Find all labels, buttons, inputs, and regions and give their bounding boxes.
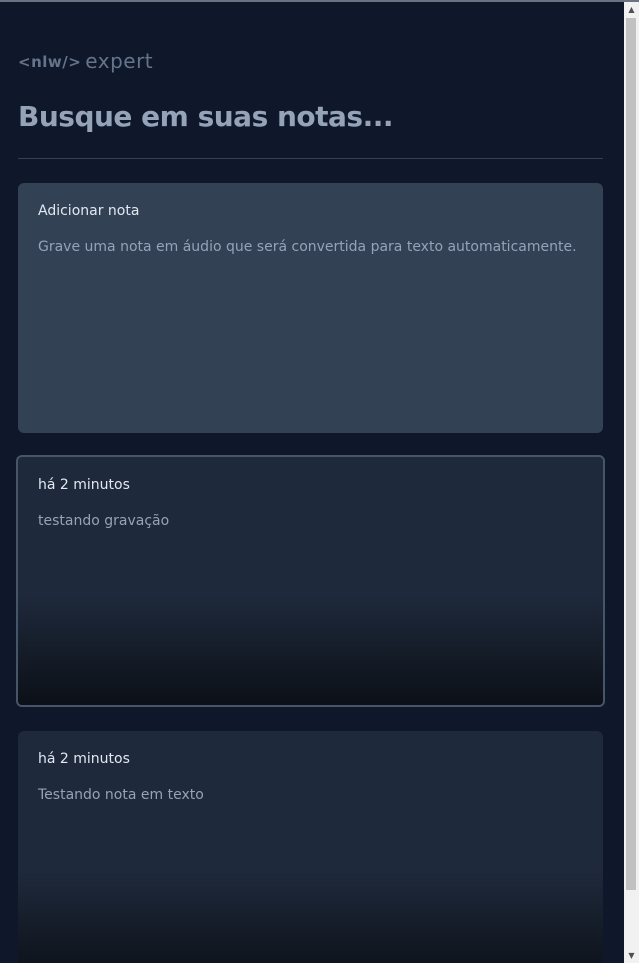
add-note-card[interactable]: Adicionar nota Grave uma nota em áudio q… bbox=[18, 183, 603, 433]
app-page: <nlw/> expert Adicionar nota Grave uma n… bbox=[0, 2, 624, 963]
search-input[interactable] bbox=[18, 94, 603, 138]
logo-code-text: <nlw/> bbox=[18, 53, 82, 71]
note-date: há 2 minutos bbox=[38, 751, 130, 767]
note-content: testando gravação bbox=[38, 513, 170, 529]
add-note-description: Grave uma nota em áudio que será convert… bbox=[38, 239, 577, 255]
scroll-down-arrow-icon[interactable]: ▼ bbox=[624, 948, 639, 963]
note-content: Testando nota em texto bbox=[38, 787, 204, 803]
note-fade-overlay bbox=[18, 595, 603, 705]
note-date: há 2 minutos bbox=[38, 477, 130, 493]
note-card[interactable]: há 2 minutos testando gravação bbox=[16, 455, 605, 707]
note-card[interactable]: há 2 minutos Testando nota em texto bbox=[18, 731, 603, 963]
scroll-up-arrow-icon[interactable]: ▲ bbox=[624, 2, 639, 17]
nlw-expert-logo: <nlw/> expert bbox=[18, 49, 154, 74]
divider bbox=[18, 158, 603, 159]
vertical-scrollbar[interactable]: ▲ ▼ bbox=[624, 2, 639, 963]
add-note-title: Adicionar nota bbox=[38, 203, 140, 219]
scrollbar-thumb[interactable] bbox=[626, 18, 636, 890]
note-fade-overlay bbox=[18, 871, 603, 963]
logo-expert-text: expert bbox=[85, 49, 154, 73]
